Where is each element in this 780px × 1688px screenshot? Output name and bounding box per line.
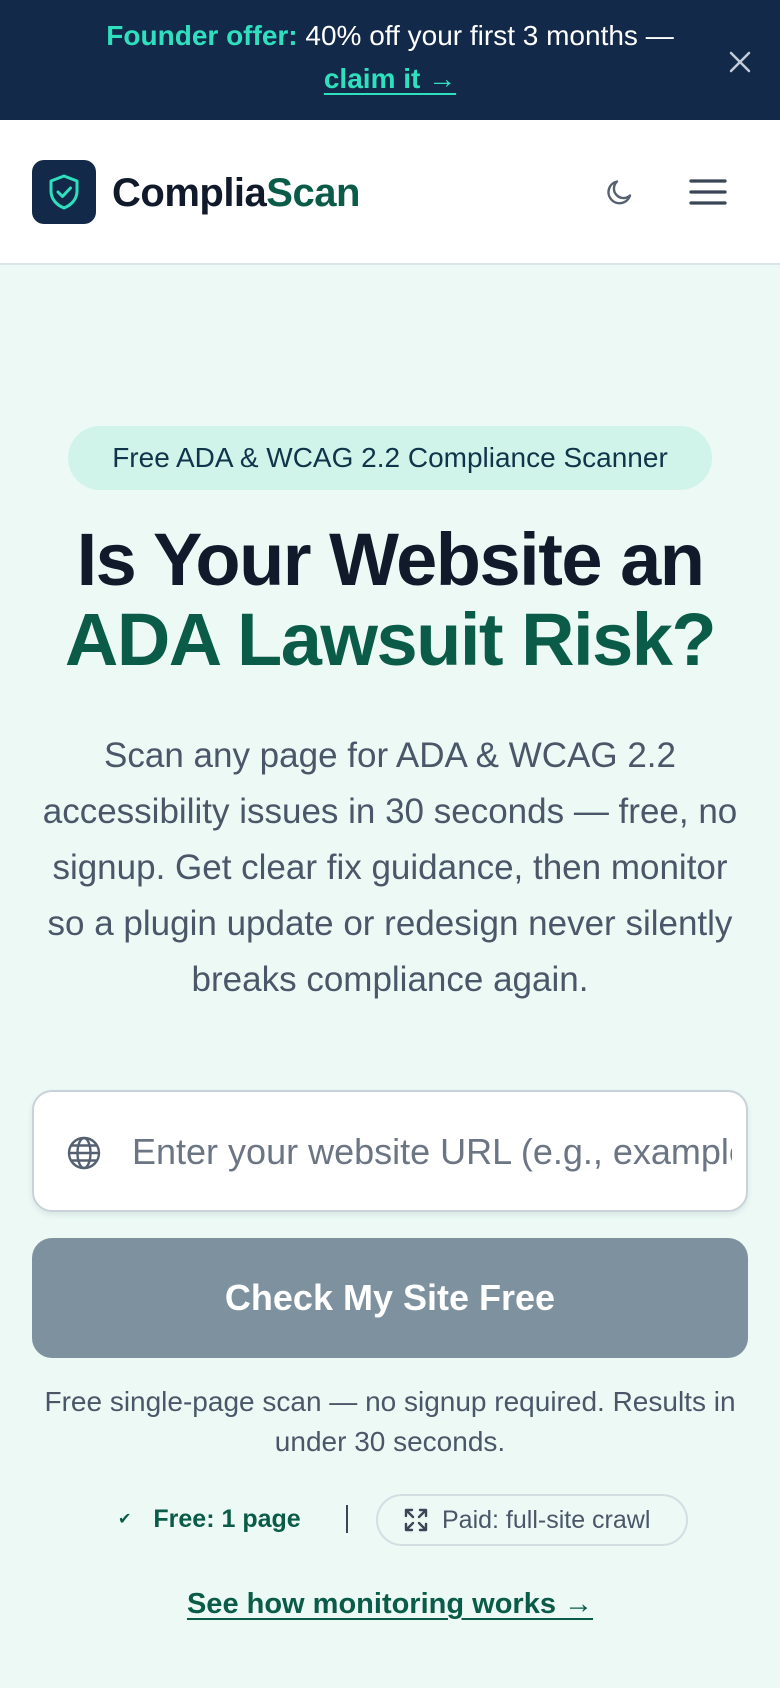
monitoring-link[interactable]: See how monitoring works →: [0, 1584, 780, 1624]
hero-headline: Is Your Website an ADA Lawsuit Risk?: [0, 520, 780, 680]
free-tier-text: Free: 1 page: [153, 1504, 301, 1533]
check-site-button[interactable]: Check My Site Free: [32, 1238, 748, 1358]
claim-offer-link[interactable]: claim it →: [324, 63, 456, 94]
promo-offer-text: 40% off your first 3 months —: [305, 20, 674, 51]
site-header: CompliaScan: [0, 120, 780, 265]
scan-note: Free single-page scan — no signup requir…: [44, 1386, 736, 1457]
url-input[interactable]: [132, 1112, 732, 1192]
shield-check-icon: [49, 174, 79, 210]
headline-line2: ADA Lawsuit Risk?: [64, 598, 717, 681]
brand-name-part1: Complia: [112, 171, 267, 215]
brand-name[interactable]: CompliaScan: [112, 170, 360, 216]
promo-highlight: Founder offer:: [106, 20, 298, 51]
free-tier-label: ✔ Free: 1 page: [118, 1497, 301, 1541]
theme-toggle-button[interactable]: [600, 172, 640, 212]
hero-description: Scan any page for ADA & WCAG 2.2 accessi…: [42, 736, 738, 999]
brand-name-part2: Scan: [266, 171, 360, 215]
close-icon: [729, 51, 751, 73]
close-banner-button[interactable]: [722, 44, 758, 80]
globe-icon: [67, 1136, 101, 1170]
menu-button[interactable]: [686, 170, 730, 214]
paid-tier-text: Paid: full-site crawl: [442, 1505, 651, 1534]
scanner-badge: Free ADA & WCAG 2.2 Compliance Scanner: [68, 426, 712, 490]
logo[interactable]: [32, 160, 96, 224]
moon-icon: [607, 180, 632, 205]
promo-text: Founder offer: 40% off your first 3 mont…: [0, 19, 780, 53]
paid-tier-button[interactable]: Paid: full-site crawl: [376, 1494, 688, 1546]
expand-icon: [404, 1508, 428, 1532]
check-icon: ✔: [118, 1511, 132, 1528]
url-field[interactable]: [32, 1090, 748, 1212]
headline-line1: Is Your Website an: [76, 518, 705, 601]
hamburger-menu-icon: [689, 179, 727, 205]
tier-divider: [346, 1505, 348, 1533]
promo-banner: Founder offer: 40% off your first 3 mont…: [0, 0, 780, 120]
